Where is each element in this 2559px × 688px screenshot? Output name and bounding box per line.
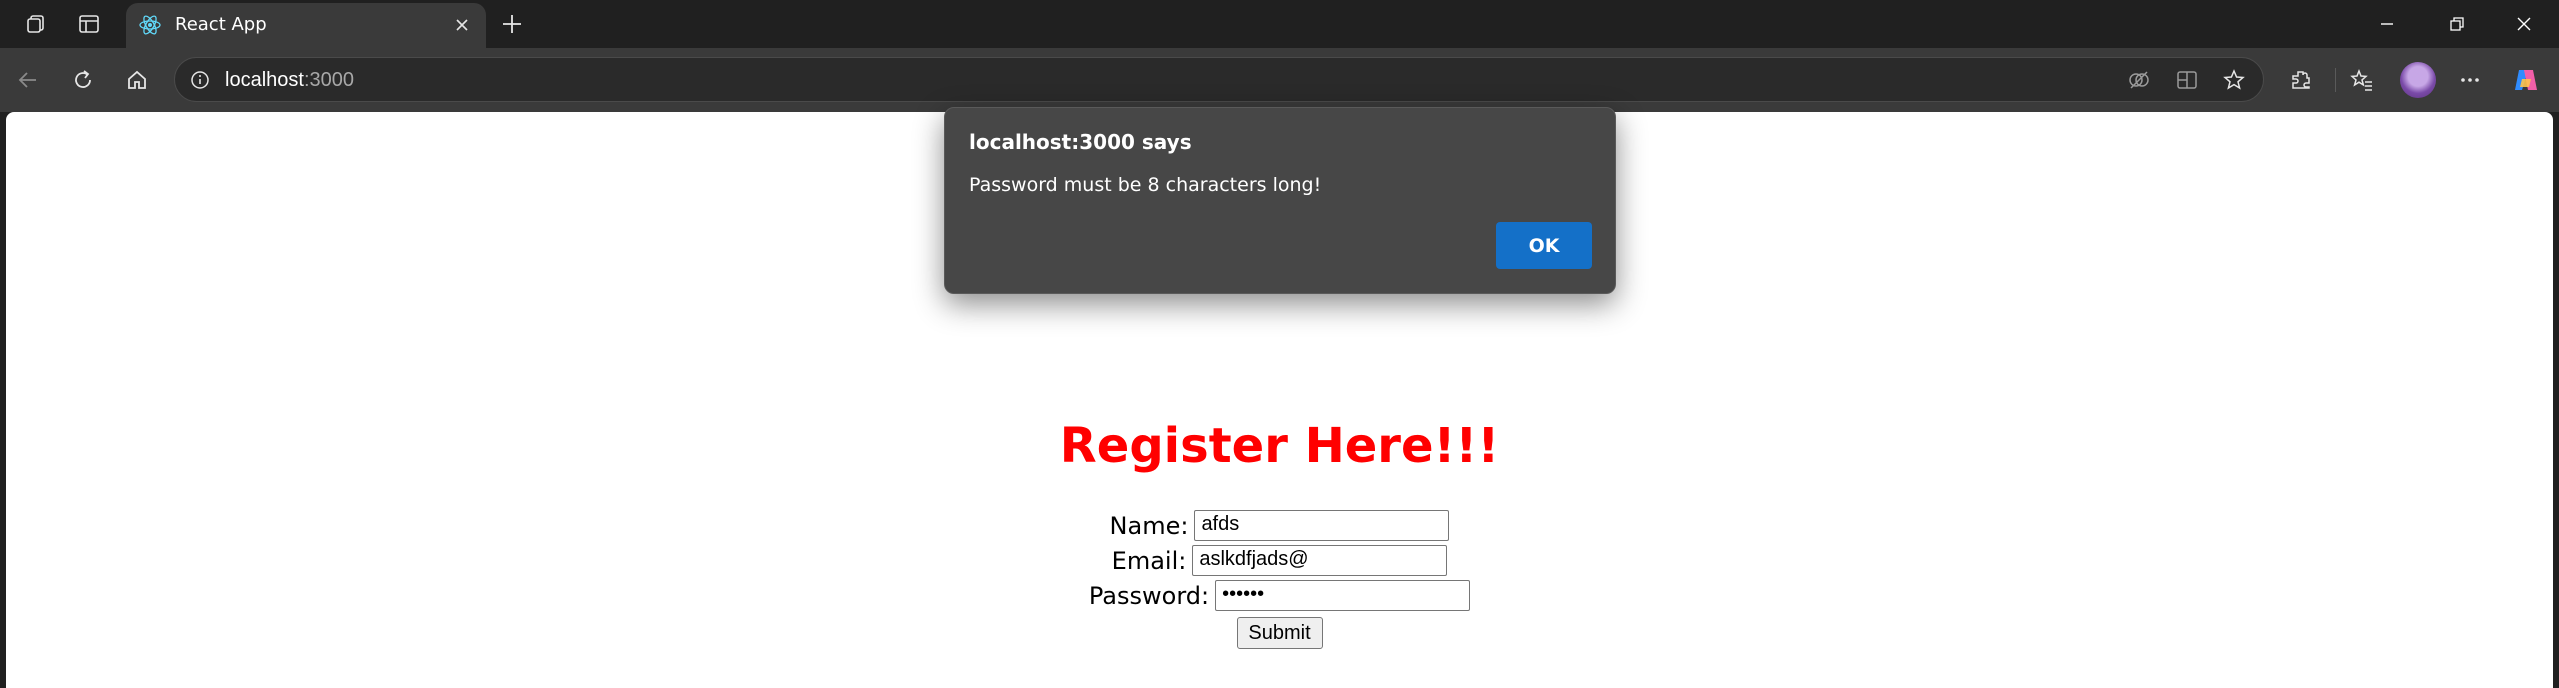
alert-dialog: localhost:3000 says Password must be 8 c… bbox=[944, 107, 1616, 294]
favorites-icon[interactable] bbox=[2344, 62, 2380, 98]
tab-title: React App bbox=[175, 14, 267, 35]
submit-row: Submit bbox=[6, 617, 2553, 649]
back-icon[interactable] bbox=[10, 62, 46, 98]
extensions-icon[interactable] bbox=[2283, 62, 2319, 98]
url-text[interactable]: localhost:3000 bbox=[225, 69, 354, 92]
react-icon bbox=[138, 13, 162, 37]
email-field[interactable]: aslkdfjads@ bbox=[1192, 545, 1448, 576]
info-icon[interactable] bbox=[189, 69, 211, 91]
favorite-star-icon[interactable] bbox=[2220, 66, 2248, 94]
close-icon[interactable] bbox=[448, 11, 476, 39]
split-screen-icon[interactable] bbox=[2173, 66, 2201, 94]
password-field[interactable]: •••••• bbox=[1215, 580, 1471, 611]
submit-button[interactable]: Submit bbox=[1236, 617, 1323, 649]
tab-react-app[interactable]: React App bbox=[126, 3, 486, 48]
workspaces-icon[interactable] bbox=[18, 6, 54, 42]
dialog-title: localhost:3000 says bbox=[969, 130, 1192, 154]
title-bar: React App bbox=[0, 0, 2559, 48]
dialog-message: Password must be 8 characters long! bbox=[969, 174, 1322, 196]
restore-icon[interactable] bbox=[2422, 0, 2492, 48]
password-label: Password: bbox=[1088, 581, 1210, 610]
name-row: Name: afds bbox=[6, 510, 2553, 541]
profile-avatar[interactable] bbox=[2400, 62, 2436, 98]
plus-icon[interactable] bbox=[494, 6, 530, 42]
minimize-icon[interactable] bbox=[2352, 0, 2422, 48]
window-close-icon[interactable] bbox=[2489, 0, 2559, 48]
copilot-icon[interactable] bbox=[2508, 62, 2544, 98]
browser-toolbar: localhost:3000 bbox=[0, 48, 2559, 112]
name-label: Name: bbox=[1109, 511, 1189, 540]
read-aloud-icon[interactable] bbox=[2125, 66, 2153, 94]
toolbar-divider bbox=[2335, 68, 2336, 92]
name-field[interactable]: afds bbox=[1194, 510, 1450, 541]
refresh-icon[interactable] bbox=[65, 62, 101, 98]
more-icon[interactable] bbox=[2452, 62, 2488, 98]
tab-actions-icon[interactable] bbox=[71, 6, 107, 42]
password-row: Password: •••••• bbox=[6, 580, 2553, 611]
url-port: :3000 bbox=[303, 69, 354, 91]
ok-button[interactable]: OK bbox=[1496, 222, 1592, 269]
url-host: localhost bbox=[225, 69, 304, 91]
page-title: Register Here!!! bbox=[1059, 418, 1500, 474]
home-icon[interactable] bbox=[119, 62, 155, 98]
address-bar[interactable]: localhost:3000 bbox=[174, 57, 2264, 102]
email-row: Email: aslkdfjads@ bbox=[6, 545, 2553, 576]
email-label: Email: bbox=[1111, 546, 1187, 575]
